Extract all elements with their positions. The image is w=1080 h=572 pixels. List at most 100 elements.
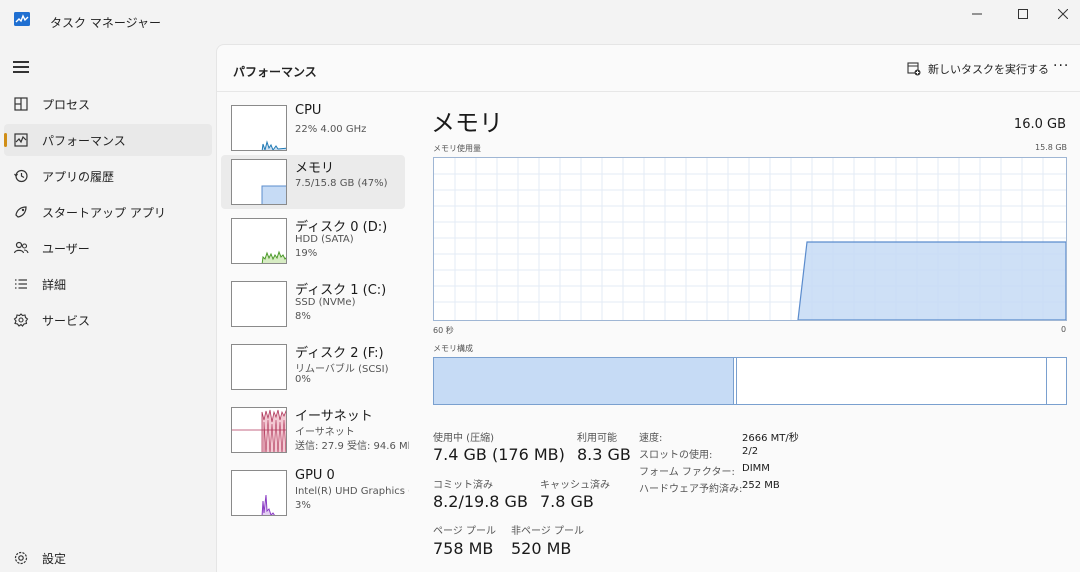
run-new-task-label: 新しいタスクを実行する (928, 63, 1049, 76)
memory-composition-bar (433, 357, 1067, 405)
slots-label: スロットの使用: (639, 450, 713, 461)
run-new-task-button[interactable]: 新しいタスクを実行する (907, 61, 1049, 77)
resource-name: GPU 0 (295, 468, 335, 483)
sidebar-item-processes[interactable]: プロセス (4, 88, 212, 120)
hardware-reserved-label: ハードウェア予約済み: (639, 484, 743, 495)
processes-icon (14, 97, 28, 111)
sidebar-item-label: パフォーマンス (42, 133, 126, 148)
resource-name: メモリ (295, 161, 335, 176)
resource-detail: リムーバブル (SCSI) (295, 364, 389, 375)
resource-usage: 19% (295, 248, 318, 259)
startup-icon (15, 206, 27, 218)
resource-item-disk-0[interactable]: ディスク 0 (D:) HDD (SATA) 19% (221, 214, 405, 268)
committed-label: コミット済み (433, 480, 493, 491)
services-icon (13, 313, 29, 327)
sidebar-item-label: 詳細 (42, 277, 67, 292)
form-factor-label: フォーム ファクター: (639, 467, 735, 478)
resource-usage: 8% (295, 311, 311, 322)
details-icon (15, 279, 27, 289)
resource-detail: SSD (NVMe) (295, 297, 356, 308)
resource-name: CPU (295, 103, 322, 118)
available-value: 8.3 GB (577, 445, 631, 464)
resource-item-memory[interactable]: メモリ 7.5/15.8 GB (47%) (221, 155, 405, 209)
in-use-label: 使用中 (圧縮) (433, 433, 494, 444)
new-task-icon (907, 62, 921, 76)
memory-usage-label: メモリ使用量 (433, 144, 481, 153)
paged-pool-value: 758 MB (433, 539, 494, 558)
maximize-icon (1018, 9, 1028, 19)
speed-value: 2666 MT/秒 (742, 433, 799, 444)
gpu-thumbnail-graph (231, 470, 287, 516)
cached-value: 7.8 GB (540, 492, 594, 511)
sidebar-item-label: サービス (42, 313, 91, 328)
sidebar-item-details[interactable]: 詳細 (4, 268, 212, 300)
time-axis-end: 0 (1061, 325, 1067, 334)
sidebar-item-startup-apps[interactable]: スタートアップ アプリ (4, 196, 212, 228)
resource-usage: 3% (295, 500, 311, 511)
memory-usage-graph (433, 157, 1067, 321)
disk0-thumbnail-graph (231, 218, 287, 264)
sidebar-item-settings[interactable]: 設定 (4, 542, 212, 572)
resource-item-disk-1[interactable]: ディスク 1 (C:) SSD (NVMe) 8% (221, 277, 405, 331)
resource-name: イーサネット (295, 409, 373, 424)
history-icon (14, 169, 28, 183)
nonpaged-pool-label: 非ページ プール (511, 526, 584, 537)
resource-detail: HDD (SATA) (295, 234, 354, 245)
cpu-thumbnail-graph (231, 105, 287, 151)
available-label: 利用可能 (577, 433, 617, 444)
resource-name: ディスク 2 (F:) (295, 346, 384, 361)
paged-pool-label: ページ プール (433, 526, 496, 537)
resource-name: ディスク 1 (C:) (295, 283, 387, 298)
app-title: タスク マネージャー (50, 16, 161, 30)
resource-item-ethernet[interactable]: イーサネット イーサネット 送信: 27.9 受信: 94.6 Mbps (221, 403, 409, 457)
resource-throughput: 送信: 27.9 受信: 94.6 Mbps (295, 441, 409, 452)
hamburger-menu-icon[interactable] (13, 61, 29, 73)
in-use-value: 7.4 GB (176 MB) (433, 445, 565, 464)
main-panel: パフォーマンス 新しいタスクを実行する ··· CPU 22% 4.00 GHz… (216, 44, 1080, 572)
sidebar-item-label: プロセス (42, 97, 91, 112)
close-icon (1058, 9, 1068, 19)
committed-value: 8.2/19.8 GB (433, 492, 528, 511)
sidebar-item-app-history[interactable]: アプリの履歴 (4, 160, 212, 192)
memory-usage-max: 15.8 GB (1035, 143, 1068, 152)
more-options-icon[interactable]: ··· (1053, 58, 1069, 74)
memory-usage-chart (434, 158, 1067, 321)
disk1-thumbnail-graph (231, 281, 287, 327)
header-divider (217, 91, 1080, 92)
cached-label: キャッシュ済み (540, 480, 610, 491)
disk2-thumbnail-graph (231, 344, 287, 390)
time-axis-start: 60 秒 (433, 326, 454, 335)
memory-thumbnail-graph (231, 159, 287, 205)
speed-label: 速度: (639, 433, 663, 444)
minimize-icon (972, 13, 982, 15)
form-factor-value: DIMM (742, 463, 770, 474)
settings-gear-icon (14, 551, 28, 565)
sidebar-item-users[interactable]: ユーザー (4, 232, 212, 264)
task-manager-app-icon (14, 12, 30, 26)
sidebar-item-label: 設定 (42, 551, 67, 566)
resource-name: ディスク 0 (D:) (295, 220, 388, 235)
resource-item-disk-2[interactable]: ディスク 2 (F:) リムーバブル (SCSI) 0% (221, 340, 405, 394)
users-icon (13, 241, 29, 254)
minimize-button[interactable] (954, 0, 1000, 28)
resource-detail: Intel(R) UHD Graphics 630 (295, 486, 409, 497)
performance-icon (14, 133, 28, 147)
sidebar-item-services[interactable]: サービス (4, 304, 212, 336)
sidebar-item-performance[interactable]: パフォーマンス (4, 124, 212, 156)
memory-composition-label: メモリ構成 (433, 344, 473, 353)
sidebar-item-label: アプリの履歴 (42, 169, 115, 184)
sidebar-item-label: スタートアップ アプリ (42, 205, 166, 220)
resource-item-cpu[interactable]: CPU 22% 4.00 GHz (221, 101, 405, 155)
sidebar: プロセス パフォーマンス アプリの履歴 スタートアップ アプリ ユーザー 詳細 … (0, 44, 216, 572)
resource-detail: 22% 4.00 GHz (295, 124, 367, 135)
slots-value: 2/2 (742, 446, 759, 457)
resource-detail: イーサネット (295, 427, 355, 438)
resource-item-gpu-0[interactable]: GPU 0 Intel(R) UHD Graphics 630 3% (221, 466, 409, 520)
page-title: パフォーマンス (233, 65, 317, 79)
resource-usage: 0% (295, 374, 311, 385)
sidebar-item-label: ユーザー (42, 241, 90, 256)
title-bar: タスク マネージャー (0, 0, 1080, 44)
resource-detail: 7.5/15.8 GB (47%) (295, 178, 388, 189)
hardware-reserved-value: 252 MB (742, 480, 780, 491)
close-button[interactable] (1040, 0, 1080, 28)
